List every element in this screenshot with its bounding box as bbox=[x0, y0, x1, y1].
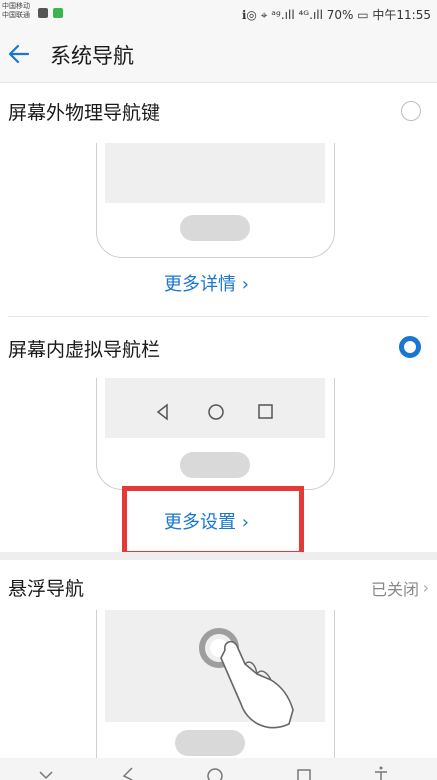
home-key-icon bbox=[175, 730, 245, 756]
shield-icon bbox=[38, 8, 48, 18]
floating-nav-status: 已关闭 bbox=[370, 580, 419, 599]
radio-virtual-navbar[interactable] bbox=[399, 336, 421, 358]
chevron-right-icon: › bbox=[422, 578, 429, 597]
status-info: ℹ◎ ⌖ ᵃᵍ.ıll ⁴ᴳ.ıll 70% ▭ 中午11:55 bbox=[241, 8, 431, 22]
carrier-labels: 中国移动 中国联通 bbox=[2, 2, 30, 20]
collapse-icon[interactable] bbox=[38, 766, 54, 780]
phone-illustration-floating bbox=[96, 610, 335, 770]
option-virtual-navbar[interactable]: 屏幕内虚拟导航栏 bbox=[8, 335, 160, 362]
home-circle-icon[interactable] bbox=[206, 766, 224, 780]
status-bar: 中国移动 中国联通 ℹ◎ ⌖ ᵃᵍ.ıll ⁴ᴳ.ıll 70% ▭ 中午11:… bbox=[0, 0, 437, 30]
carrier-2: 中国联通 bbox=[2, 11, 30, 19]
chat-icon bbox=[53, 8, 63, 18]
divider bbox=[0, 82, 437, 83]
phone-illustration-physical bbox=[96, 143, 335, 258]
option-physical-keys[interactable]: 屏幕外物理导航键 bbox=[8, 98, 160, 125]
home-key-icon bbox=[180, 215, 250, 241]
back-triangle-icon[interactable] bbox=[120, 766, 136, 780]
highlight-box bbox=[122, 486, 304, 556]
section-separator bbox=[0, 552, 437, 560]
home-key-icon bbox=[180, 452, 250, 478]
nav-buttons-icon bbox=[156, 403, 273, 421]
phone-screen bbox=[105, 143, 325, 203]
carrier-1: 中国移动 bbox=[2, 2, 30, 10]
accessibility-icon[interactable] bbox=[372, 766, 390, 780]
hand-touch-icon bbox=[199, 628, 294, 729]
phone-illustration-virtual bbox=[96, 378, 335, 490]
divider bbox=[8, 316, 429, 317]
option-floating-nav[interactable]: 悬浮导航 bbox=[8, 574, 84, 601]
more-details-link[interactable]: 更多详情 › bbox=[164, 270, 249, 296]
recents-square-icon[interactable] bbox=[296, 766, 312, 780]
page-title: 系统导航 bbox=[50, 44, 134, 68]
arrow-left-icon[interactable] bbox=[6, 41, 32, 67]
app-header: 系统导航 bbox=[0, 30, 437, 82]
radio-physical-keys[interactable] bbox=[401, 101, 421, 121]
